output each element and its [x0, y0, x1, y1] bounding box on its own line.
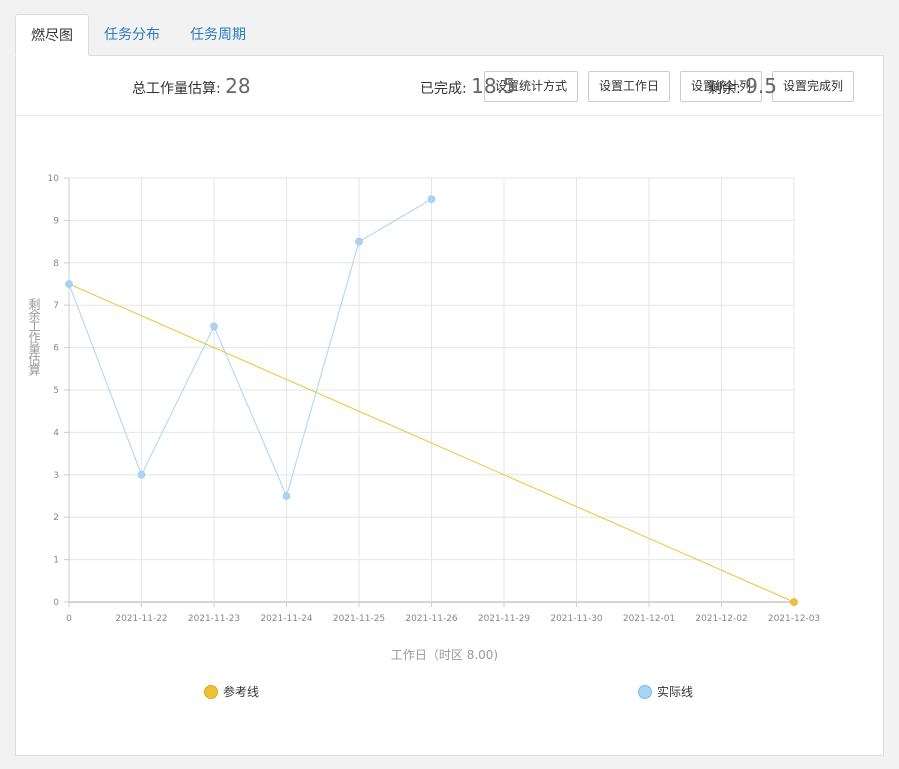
- series-point-1: [282, 492, 291, 500]
- x-tick-label: 0: [66, 614, 72, 624]
- x-tick-label: 2021-11-24: [260, 614, 313, 624]
- y-tick-label: 6: [53, 344, 59, 354]
- series-point-1: [65, 280, 73, 288]
- legend-reference-label: 参考线: [223, 685, 260, 699]
- x-tick-label: 2021-11-23: [188, 614, 240, 624]
- x-axis-label: 工作日（时区 8.00): [391, 648, 498, 662]
- series-point-0: [790, 598, 798, 606]
- x-tick-label: 2021-12-03: [768, 614, 820, 624]
- legend-item-reference[interactable]: 参考线: [204, 683, 259, 700]
- series-point-1: [427, 195, 436, 203]
- series-point-1: [210, 322, 218, 331]
- x-tick-label: 2021-12-02: [695, 614, 747, 624]
- x-tick-label: 2021-11-30: [550, 614, 603, 624]
- series-point-1: [355, 237, 363, 246]
- y-tick-label: 3: [53, 471, 59, 481]
- y-tick-label: 7: [53, 301, 59, 311]
- y-tick-label: 1: [53, 556, 59, 566]
- legend-reference-marker: [204, 684, 218, 699]
- legend-item-actual[interactable]: 实际线: [638, 683, 693, 700]
- y-tick-label: 2: [53, 513, 59, 523]
- burndown-chart: 0 1 2 3 4 5 6 7 8 9 10 0 2021-11-22 2021-11-23 2021-11…: [27, 174, 820, 662]
- x-tick-label: 2021-11-25: [333, 614, 385, 624]
- series-point-1: [137, 470, 146, 479]
- y-axis-label: 剩余工作量估算: [27, 298, 41, 376]
- tab-burndown[interactable]: 燃尽图: [15, 14, 89, 56]
- y-tick-label: 0: [53, 598, 59, 608]
- x-tick-label: 2021-11-22: [115, 614, 167, 624]
- x-tick-label: 2021-11-26: [405, 614, 458, 624]
- x-tick-label: 2021-12-01: [623, 614, 675, 624]
- x-tick-label: 2021-11-29: [478, 614, 531, 624]
- y-tick-label: 8: [53, 259, 59, 269]
- y-tick-label: 5: [53, 386, 59, 396]
- y-tick-label: 9: [53, 216, 59, 226]
- y-tick-label: 4: [53, 428, 59, 438]
- legend-actual-marker: [638, 684, 652, 699]
- legend-actual-label: 实际线: [657, 685, 694, 699]
- y-tick-label: 10: [48, 174, 60, 184]
